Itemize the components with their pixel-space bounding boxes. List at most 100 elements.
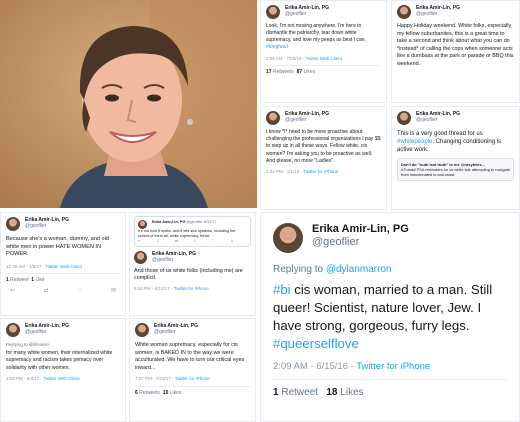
tweet-card-proactive[interactable]: Erika Amir-Lin, PG @geoflier I know *I* … xyxy=(260,106,387,210)
tweet-meta: 2:34 PM - 1/1/19 - Twitter for iPhone xyxy=(266,168,381,175)
avatar[interactable] xyxy=(266,5,280,19)
retweet-count[interactable]: 6 xyxy=(135,390,138,396)
linked-thread-card[interactable]: Don't do "truth isnt truth" to me @rosyf… xyxy=(397,158,514,181)
client-link[interactable]: Twitter for iPhone xyxy=(356,361,430,372)
hashtag-link-bi[interactable]: #bi xyxy=(273,282,291,297)
tweet-text: Happy Holiday weekend. White folks, espe… xyxy=(397,23,514,67)
quoted-reply-count: 1 xyxy=(156,238,160,243)
quoted-tweet[interactable]: Erika Amir-Lin, PG @geoflier 8/12/17 It'… xyxy=(134,216,251,248)
tweet-text: for many white women, their internalized… xyxy=(6,350,113,371)
author-handle[interactable]: @geoflier xyxy=(285,11,329,17)
reply-handle-link[interactable]: @dylanmarron xyxy=(326,264,392,275)
tweet-timestamp[interactable]: 7:07 PM - 7/23/17 - xyxy=(135,376,175,381)
quoted-author-handle[interactable]: @geoflier xyxy=(186,220,202,224)
tweet-meta: 2:09 AM - 6/15/16 - Twitter for iPhone xyxy=(273,361,507,372)
retweet-label: Retweet xyxy=(10,277,29,284)
tweet-card-longhaul[interactable]: Erika Amir-Lin, PG @geoflier Look, I'm n… xyxy=(260,0,387,103)
tweet-text: #bi cis woman, married to a man. Still q… xyxy=(273,281,507,353)
author-name[interactable]: Erika Amir-Lin, PG xyxy=(312,223,409,236)
client-link[interactable]: Twitter Web Client xyxy=(43,376,79,381)
tweet-stats: 1 Retweet 18 Likes xyxy=(273,379,507,398)
like-count[interactable]: 10 xyxy=(163,390,169,396)
tweet-timestamp[interactable]: 2:58 PM - 9/3/17 - xyxy=(6,376,43,381)
replying-to[interactable]: Replying to @lilmarien xyxy=(6,341,120,348)
tweet-card-holiday[interactable]: Erika Amir-Lin, PG @geoflier Happy Holid… xyxy=(391,0,520,103)
tweet-text: Look, I'm not moving anywhere. I'm here … xyxy=(266,23,381,51)
quoted-actions: ↩ 1 ⇄ 1 ♡ 9 xyxy=(138,239,247,244)
avatar[interactable] xyxy=(266,111,280,125)
client-link[interactable]: Twitter for iPhone xyxy=(174,286,209,291)
reply-icon[interactable]: ↩ xyxy=(10,288,15,296)
tweet-meta: 7:07 PM - 7/23/17 - Twitter for iPhone xyxy=(135,375,250,383)
tweet-card-internalized[interactable]: Erika Amir-Lin, PG @geoflier Replying to… xyxy=(0,318,126,422)
tweet-stats: 17 Retweets 87 Likes xyxy=(266,65,381,76)
tweet-stats: 6 Retweets 10 Likes xyxy=(135,385,250,398)
tweet-timestamp[interactable]: 2:34 PM - 1/1/19 - xyxy=(266,169,303,174)
like-count[interactable]: 87 xyxy=(297,69,303,75)
retweet-count[interactable]: 1 xyxy=(6,277,9,283)
avatar[interactable] xyxy=(138,220,147,229)
tweet-timestamp[interactable]: 2:09 AM - 6/15/16 - xyxy=(273,361,356,372)
client-link[interactable]: Twitter Web Client xyxy=(45,264,81,269)
client-link[interactable]: Twitter Web Client xyxy=(305,56,341,61)
tweet-card-women-in-power[interactable]: Erika Amir-Lin, PG @geoflier Because she… xyxy=(0,212,126,316)
author-handle[interactable]: @geoflier xyxy=(154,329,198,335)
author-handle[interactable]: @geoflier xyxy=(416,11,460,17)
avatar[interactable] xyxy=(273,223,303,253)
tweet-card-baked-in[interactable]: Erika Amir-Lin, PG @geoflier White woman… xyxy=(129,318,256,422)
author-handle[interactable]: @geoflier xyxy=(416,117,460,123)
author-handle[interactable]: @geoflier xyxy=(25,223,69,229)
avatar[interactable] xyxy=(397,5,411,19)
retweet-icon[interactable]: ⇄ xyxy=(44,288,49,296)
tweet-timestamp[interactable]: 5:04 PM - 8/12/17 - xyxy=(134,286,174,291)
quoted-like-count: 9 xyxy=(230,238,233,243)
avatar[interactable] xyxy=(6,323,20,337)
tweet-meta: 2:58 PM - 9/3/17 - Twitter Web Client xyxy=(6,375,120,382)
tweet-card-whitepeople[interactable]: Erika Amir-Lin, PG @geoflier This is a v… xyxy=(391,106,520,210)
tweet-timestamp[interactable]: 1:09 AM - 7/29/16 - xyxy=(266,56,305,61)
avatar[interactable] xyxy=(397,111,411,125)
retweet-count[interactable]: 1 xyxy=(273,387,279,398)
tweet-text-body: cis woman, married to a man. Still queer… xyxy=(273,282,493,333)
quoted-like-icon[interactable]: ♡ xyxy=(212,239,215,244)
like-count[interactable]: 1 xyxy=(31,277,34,283)
profile-photo xyxy=(0,0,257,208)
client-link[interactable]: Twitter for iPhone xyxy=(175,376,210,381)
tweet-card-queerselflove[interactable]: Erika Amir-Lin, PG @geoflier Replying to… xyxy=(260,212,520,422)
author-handle[interactable]: @geoflier xyxy=(152,257,196,263)
like-label: Likes xyxy=(303,69,316,75)
tweet-card-complicit[interactable]: Erika Amir-Lin, PG @geoflier 8/12/17 It'… xyxy=(129,212,256,316)
like-icon[interactable]: ♡ xyxy=(77,288,82,296)
tweet-stats: 1 Retweet 1 Like xyxy=(6,273,120,285)
tweet-meta: 12:46 AM - 2/8/17 - Twitter Web Client xyxy=(6,263,120,271)
author-handle[interactable]: @geoflier xyxy=(312,236,409,249)
author-handle[interactable]: @geoflier xyxy=(25,329,69,335)
quoted-text: It's not how it works, and it lets sick … xyxy=(138,229,236,238)
retweet-label: Retweets xyxy=(272,69,294,75)
retweet-label: Retweets xyxy=(139,389,161,396)
avatar[interactable] xyxy=(134,251,147,265)
tweet-text: This is a very good thread for us #white… xyxy=(397,130,514,154)
retweet-count[interactable]: 17 xyxy=(266,69,272,75)
avatar[interactable] xyxy=(6,217,20,231)
tweet-text: Because she's a woman, dummy, and old wh… xyxy=(6,236,109,258)
quoted-retweet-icon[interactable]: ⇄ xyxy=(175,239,178,244)
quoted-author-name[interactable]: Erika Amir-Lin, PG xyxy=(152,220,185,224)
hashtag-link[interactable]: #longhaul xyxy=(266,44,288,50)
linked-thread-text: #Thread PSA reminders for us white folk … xyxy=(401,167,510,177)
like-count[interactable]: 18 xyxy=(326,387,337,398)
tweet-timestamp[interactable]: 12:46 AM - 2/8/17 - xyxy=(6,264,45,269)
author-handle[interactable]: @geoflier xyxy=(285,117,329,123)
replying-to-label: Replying to xyxy=(273,264,326,275)
quoted-reply-icon[interactable]: ↩ xyxy=(138,239,141,244)
client-link[interactable]: Twitter for iPhone xyxy=(303,169,338,174)
like-label: Likes xyxy=(340,387,364,398)
like-label: Likes xyxy=(169,389,182,396)
hashtag-link-queerselflove[interactable]: #queerselflove xyxy=(273,336,359,351)
tweet-text: And those of us white folks (including m… xyxy=(134,268,243,282)
portrait-illustration xyxy=(0,0,257,208)
tweet-text: White woman supremacy, especially for ci… xyxy=(135,342,245,371)
message-icon[interactable]: ✉ xyxy=(111,288,116,296)
avatar[interactable] xyxy=(135,323,149,337)
hashtag-link[interactable]: #whitepeople xyxy=(397,139,432,145)
